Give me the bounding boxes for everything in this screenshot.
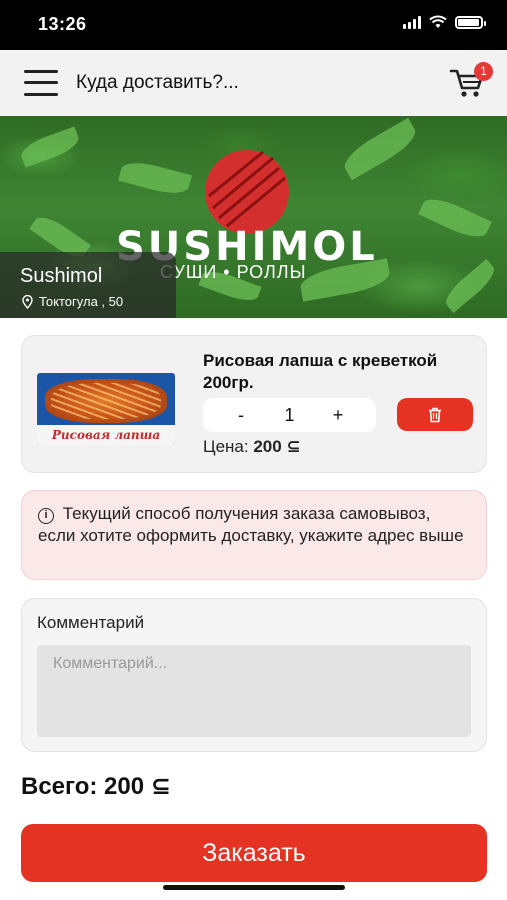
delete-item-button[interactable] [397, 398, 473, 431]
brand-logo-icon [205, 150, 289, 234]
total-label: Всего: [21, 773, 98, 800]
cart-item-card: Рисовая лапша Рисовая лапша с креветкой … [21, 335, 487, 473]
store-name: Sushimol [20, 265, 103, 287]
quantity-stepper: - 1 + [203, 398, 376, 432]
pickup-notice: i Текущий способ получения заказа самовы… [21, 490, 487, 580]
increase-quantity-button[interactable]: + [318, 398, 358, 432]
signal-icon [403, 15, 421, 29]
status-bar: 13:26 [0, 0, 507, 50]
total-value: 200 ⊆ [104, 773, 171, 800]
store-address-text: Токтогула , 50 [39, 294, 124, 309]
quantity-value: 1 [284, 405, 295, 425]
item-price: Цена: 200 ⊆ [203, 437, 301, 457]
brand-tagline: СУШИ • РОЛЛЫ [160, 262, 307, 282]
decrease-quantity-button[interactable]: - [221, 398, 261, 432]
trash-icon [429, 407, 441, 422]
product-image-caption: Рисовая лапша [37, 425, 175, 445]
delivery-address-prompt[interactable]: Куда доставить?... [76, 72, 239, 94]
order-total: Всего: 200 ⊆ [21, 772, 171, 801]
cart-count-badge: 1 [474, 62, 493, 81]
notice-text: Текущий способ получения заказа самовыво… [38, 504, 464, 545]
wifi-icon [429, 15, 447, 29]
product-image: Рисовая лапша [37, 373, 175, 445]
home-indicator [163, 885, 345, 890]
comment-label: Комментарий [37, 613, 145, 632]
comment-section: Комментарий [21, 598, 487, 752]
hamburger-menu-icon[interactable] [24, 68, 58, 98]
store-info-card: Sushimol Токтогула , 50 [0, 252, 176, 318]
place-order-button[interactable]: Заказать [21, 824, 487, 882]
price-label: Цена: [203, 437, 249, 456]
comment-input[interactable] [37, 645, 471, 737]
location-pin-icon [22, 294, 33, 309]
app-header: Куда доставить?... 1 [0, 50, 507, 116]
product-name: Рисовая лапша с креветкой 200гр. [203, 351, 438, 392]
store-address: Токтогула , 50 [22, 294, 123, 309]
info-icon: i [38, 508, 54, 524]
price-value: 200 ⊆ [253, 437, 301, 456]
restaurant-banner: SUSHIMOL СУШИ • РОЛЛЫ Sushimol Токтогула… [0, 116, 507, 318]
status-time: 13:26 [38, 14, 87, 34]
battery-icon [455, 15, 486, 29]
status-icons [403, 15, 486, 29]
